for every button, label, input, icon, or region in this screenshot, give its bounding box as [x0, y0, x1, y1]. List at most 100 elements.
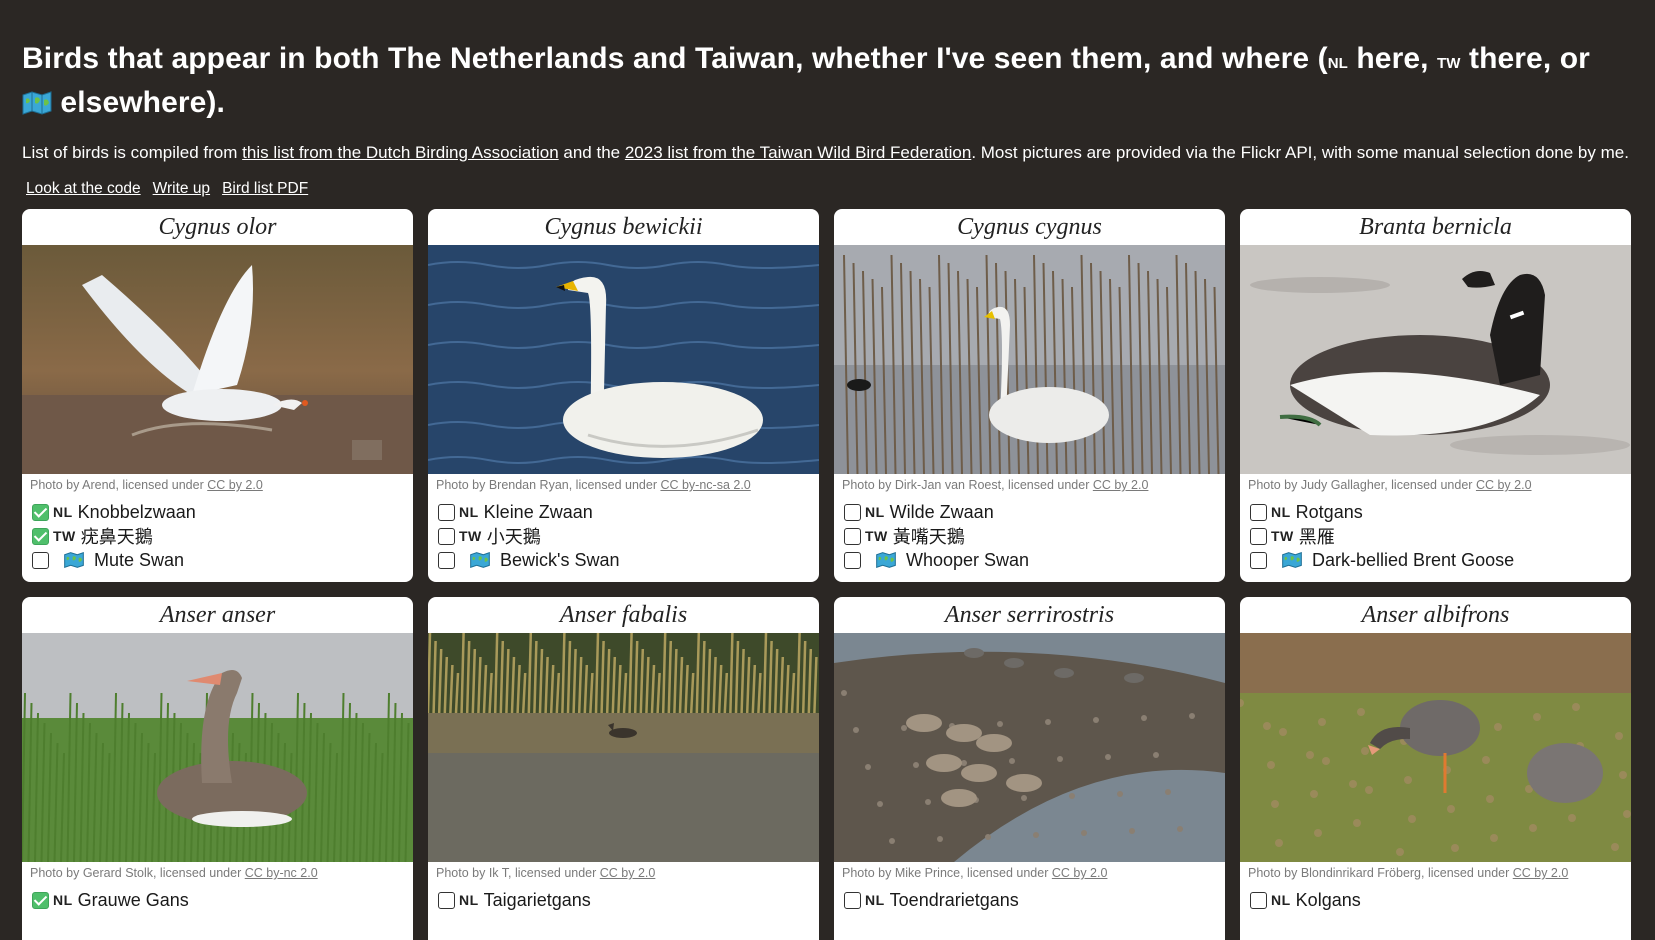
- nl-tag: NL: [1271, 504, 1291, 520]
- sighting-rows: NL Taigarietgans: [428, 884, 819, 912]
- nl-tag: NL: [53, 504, 73, 520]
- intro-segment: List of birds is compiled from: [22, 143, 243, 162]
- write-up-link[interactable]: Write up: [153, 180, 210, 198]
- look-at-code-link[interactable]: Look at the code: [26, 180, 141, 198]
- tw-row: TW 小天鵝: [438, 524, 819, 548]
- credit-text: Photo by Dirk-Jan van Roest, licensed un…: [842, 478, 1093, 492]
- nl-tag: NL: [865, 504, 885, 520]
- title-text: there, or: [1460, 42, 1590, 75]
- elsewhere-checkbox[interactable]: [32, 551, 49, 569]
- tw-checkbox[interactable]: [438, 527, 455, 545]
- sighting-rows: NL Kolgans: [1240, 884, 1631, 912]
- dutch-birding-link[interactable]: this list from the Dutch Birding Associa…: [242, 143, 559, 162]
- nl-checkbox[interactable]: [438, 503, 455, 521]
- license-link[interactable]: CC by-nc-sa 2.0: [660, 478, 750, 492]
- nl-tag: NL: [1327, 48, 1348, 73]
- sighting-rows: NL Grauwe Gans: [22, 884, 413, 912]
- credit-text: Photo by Arend, licensed under: [30, 478, 208, 492]
- intro-segment: and the: [558, 143, 625, 162]
- photo-credit: Photo by Gerard Stolk, licensed under CC…: [22, 862, 413, 884]
- tw-tag: TW: [1437, 48, 1461, 73]
- nl-row: NL Grauwe Gans: [32, 888, 413, 912]
- en-name: Bewick's Swan: [500, 549, 620, 570]
- intro-text: List of birds is compiled from this list…: [22, 142, 1632, 164]
- photo-credit: Photo by Brendan Ryan, licensed under CC…: [428, 474, 819, 496]
- en-name: Dark-bellied Brent Goose: [1312, 549, 1515, 570]
- nl-checkbox[interactable]: [1250, 891, 1267, 909]
- nl-row: NL Kleine Zwaan: [438, 500, 819, 524]
- nl-name: Knobbelzwaan: [77, 501, 196, 522]
- nl-tag: NL: [1271, 892, 1291, 908]
- sighting-rows: NL Wilde Zwaan TW 黃嘴天鵝 Whooper Swan: [834, 496, 1225, 572]
- nl-checkbox[interactable]: [1250, 503, 1267, 521]
- nl-name: Wilde Zwaan: [889, 501, 994, 522]
- nl-name: Kolgans: [1295, 889, 1361, 910]
- sighting-rows: NL Knobbelzwaan TW 疣鼻天鵝 Mute Swan: [22, 496, 413, 572]
- world-map-icon: [459, 552, 500, 568]
- nl-row: NL Knobbelzwaan: [32, 500, 413, 524]
- tw-checkbox[interactable]: [32, 527, 49, 545]
- title-text: elsewhere).: [52, 86, 225, 119]
- elsewhere-checkbox[interactable]: [1250, 551, 1267, 569]
- tw-name: 小天鵝: [486, 527, 541, 547]
- photo-credit: Photo by Blondinrikard Fröberg, licensed…: [1240, 862, 1631, 884]
- tw-tag: TW: [459, 528, 482, 544]
- tw-name: 黑雁: [1298, 527, 1335, 547]
- bird-card: Anser anser Photo by Gerard Stolk, licens…: [22, 597, 413, 940]
- bird-latin-name: Anser anser: [159, 602, 276, 628]
- en-name: Whooper Swan: [906, 549, 1030, 570]
- elsewhere-row: Bewick's Swan: [438, 548, 819, 572]
- tw-checkbox[interactable]: [1250, 527, 1267, 545]
- nl-row: NL Toendrarietgans: [844, 888, 1225, 912]
- tw-name: 黃嘴天鵝: [892, 527, 965, 547]
- bird-photo: [428, 245, 819, 474]
- nl-checkbox[interactable]: [32, 503, 49, 521]
- license-link[interactable]: CC by 2.0: [600, 866, 656, 880]
- elsewhere-row: Mute Swan: [32, 548, 413, 572]
- license-link[interactable]: CC by 2.0: [207, 478, 263, 492]
- bird-photo: [22, 633, 413, 862]
- intro-segment: . Most pictures are provided via the Fli…: [971, 143, 1629, 162]
- bird-grid: Cygnus olor Photo by Arend, licensed unde…: [22, 209, 1633, 940]
- license-link[interactable]: CC by 2.0: [1513, 866, 1569, 880]
- tw-tag: TW: [1271, 528, 1294, 544]
- world-map-icon: [53, 552, 94, 568]
- license-link[interactable]: CC by 2.0: [1052, 866, 1108, 880]
- photo-credit: Photo by Mike Prince, licensed under CC …: [834, 862, 1225, 884]
- nl-name: Toendrarietgans: [889, 889, 1019, 910]
- elsewhere-row: Whooper Swan: [844, 548, 1225, 572]
- nl-row: NL Taigarietgans: [438, 888, 819, 912]
- bird-card: Cygnus bewickii Photo by Brendan Ryan, li…: [428, 209, 819, 582]
- elsewhere-checkbox[interactable]: [438, 551, 455, 569]
- credit-text: Photo by Brendan Ryan, licensed under: [436, 478, 661, 492]
- bird-photo: [1240, 245, 1631, 474]
- nl-tag: NL: [459, 504, 479, 520]
- nl-row: NL Kolgans: [1250, 888, 1631, 912]
- credit-text: Photo by Ik T, licensed under: [436, 866, 600, 880]
- page-title: Birds that appear in both The Netherland…: [22, 0, 1633, 124]
- nl-checkbox[interactable]: [844, 891, 861, 909]
- credit-text: Photo by Judy Gallagher, licensed under: [1248, 478, 1476, 492]
- tw-tag: TW: [53, 528, 76, 544]
- bird-list-pdf-link[interactable]: Bird list PDF: [222, 180, 308, 198]
- license-link[interactable]: CC by 2.0: [1093, 478, 1149, 492]
- nl-checkbox[interactable]: [32, 891, 49, 909]
- photo-credit: Photo by Dirk-Jan van Roest, licensed un…: [834, 474, 1225, 496]
- license-link[interactable]: CC by 2.0: [1476, 478, 1532, 492]
- photo-credit: Photo by Ik T, licensed under CC by 2.0: [428, 862, 819, 884]
- tw-row: TW 黃嘴天鵝: [844, 524, 1225, 548]
- sighting-rows: NL Rotgans TW 黑雁 Dark-bellied Brent Goose: [1240, 496, 1631, 572]
- nl-tag: NL: [53, 892, 73, 908]
- elsewhere-checkbox[interactable]: [844, 551, 861, 569]
- nl-checkbox[interactable]: [844, 503, 861, 521]
- tw-checkbox[interactable]: [844, 527, 861, 545]
- tw-name: 疣鼻天鵝: [80, 527, 153, 547]
- tw-row: TW 黑雁: [1250, 524, 1631, 548]
- nl-checkbox[interactable]: [438, 891, 455, 909]
- photo-credit: Photo by Judy Gallagher, licensed under …: [1240, 474, 1631, 496]
- world-map-icon: [865, 552, 906, 568]
- bird-photo: [22, 245, 413, 474]
- license-link[interactable]: CC by-nc 2.0: [245, 866, 318, 880]
- taiwan-bird-federation-link[interactable]: 2023 list from the Taiwan Wild Bird Fede…: [625, 143, 971, 162]
- bird-latin-name: Anser albifrons: [1361, 602, 1510, 628]
